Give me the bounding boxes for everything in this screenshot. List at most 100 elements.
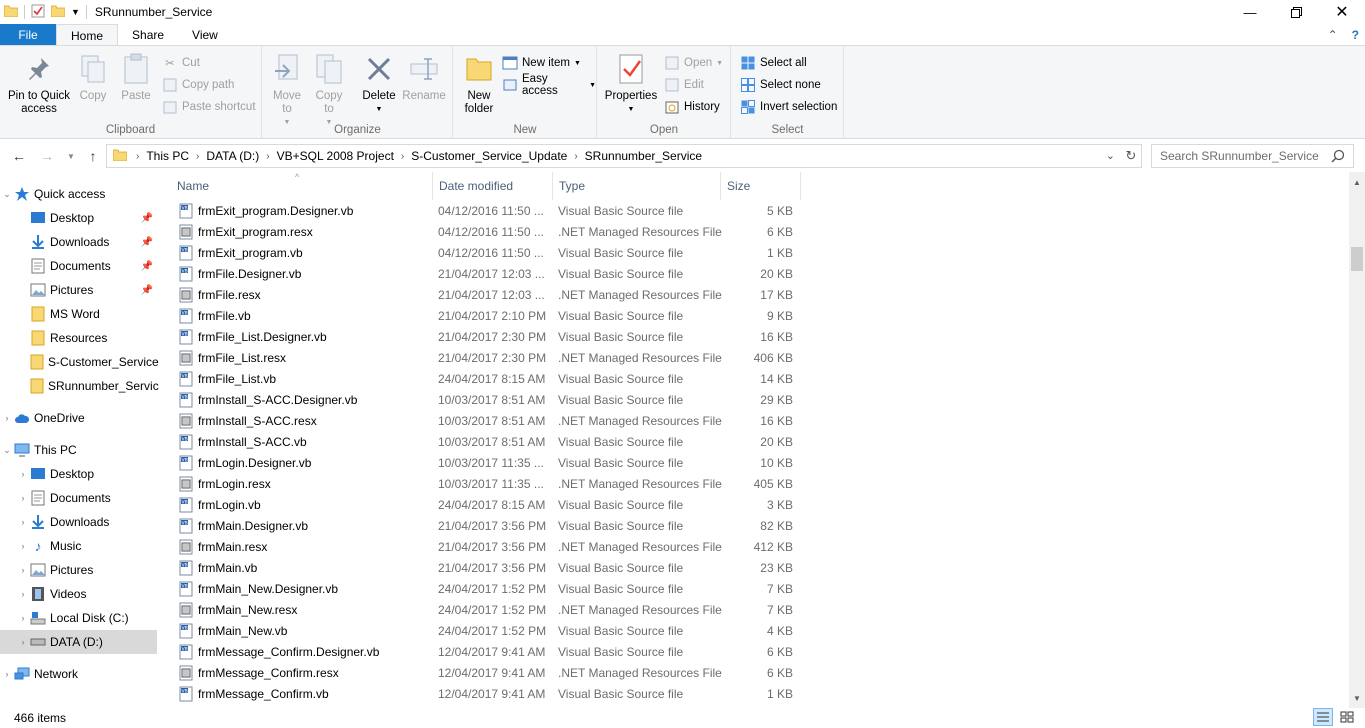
table-row[interactable]: VB frmFile_List.vb 24/04/2017 8:15 AM Visua… xyxy=(175,369,800,390)
expanded-chevron-icon[interactable]: ⌄ xyxy=(0,189,14,200)
table-row[interactable]: VB frmLogin.vb 24/04/2017 8:15 AM Visual Ba… xyxy=(175,495,800,516)
nav-quick-ms-word[interactable]: MS Word xyxy=(0,302,157,326)
nav-pc-videos[interactable]: › Videos xyxy=(0,582,157,606)
breadcrumb-chevron-icon[interactable]: › xyxy=(263,151,272,162)
pin-icon[interactable]: 📌 xyxy=(141,237,153,248)
table-row[interactable]: VB frmFile.vb 21/04/2017 2:10 PM Visual Bas… xyxy=(175,306,800,327)
breadcrumb-chevron-icon[interactable]: › xyxy=(193,151,202,162)
breadcrumb-chevron-icon[interactable]: › xyxy=(571,151,580,162)
scroll-down-arrow-icon[interactable]: ▼ xyxy=(1349,690,1365,706)
table-row[interactable]: VB frmMessage_Confirm.Designer.vb 12/04/20… xyxy=(175,642,800,663)
large-icons-view-icon[interactable] xyxy=(1337,708,1357,726)
help-icon[interactable]: ? xyxy=(1352,28,1359,42)
forward-arrow-icon[interactable]: → xyxy=(36,145,58,167)
breadcrumb-current-folder[interactable]: SRunnumber_Service xyxy=(581,149,706,163)
collapsed-chevron-icon[interactable]: › xyxy=(16,517,30,527)
select-all-button[interactable]: Select all xyxy=(740,53,807,73)
copy-to-button[interactable]: Copy to ▼ xyxy=(311,52,347,129)
edit-button[interactable]: Edit xyxy=(664,75,704,95)
table-row[interactable]: frmLogin.resx 10/03/2017 11:35 ... .NET Ma… xyxy=(175,474,800,495)
copy-path-button[interactable]: Copy path xyxy=(162,75,234,95)
rename-button[interactable]: Rename xyxy=(401,52,447,103)
table-row[interactable]: frmInstall_S-ACC.resx 10/03/2017 8:51 AM.… xyxy=(175,411,800,432)
scroll-up-arrow-icon[interactable]: ▲ xyxy=(1349,174,1365,190)
collapsed-chevron-icon[interactable]: › xyxy=(16,613,30,623)
new-item-button[interactable]: New item ▼ xyxy=(502,53,581,73)
history-button[interactable]: History xyxy=(664,97,720,117)
nav-pc-local-disk-c[interactable]: › Local Disk (C:) xyxy=(0,606,157,630)
details-view-icon[interactable] xyxy=(1313,708,1333,726)
tab-share[interactable]: Share xyxy=(118,24,178,46)
nav-quick-srunnumber-service[interactable]: SRunnumber_Servic xyxy=(0,374,159,398)
back-arrow-icon[interactable]: ← xyxy=(8,145,30,167)
breadcrumb-data-d[interactable]: DATA (D:) xyxy=(202,149,263,163)
collapsed-chevron-icon[interactable]: › xyxy=(0,669,14,679)
nav-quick-resources[interactable]: Resources xyxy=(0,326,157,350)
minimize-button[interactable]: — xyxy=(1227,0,1273,24)
nav-quick-documents[interactable]: Documents 📌 xyxy=(0,254,157,278)
nav-network[interactable]: › Network xyxy=(0,662,157,686)
collapsed-chevron-icon[interactable]: › xyxy=(16,589,30,599)
select-none-button[interactable]: Select none xyxy=(740,75,821,95)
vertical-scrollbar[interactable]: ▲ ▼ xyxy=(1349,172,1365,708)
invert-selection-button[interactable]: Invert selection xyxy=(740,97,837,117)
maximize-button[interactable] xyxy=(1273,0,1319,24)
collapse-ribbon-chevron-icon[interactable]: ⌃ xyxy=(1328,28,1338,42)
collapsed-chevron-icon[interactable]: › xyxy=(16,565,30,575)
column-header-date[interactable]: Date modified xyxy=(433,172,553,200)
collapsed-chevron-icon[interactable]: › xyxy=(16,541,30,551)
breadcrumb-chevron-icon[interactable]: › xyxy=(133,151,142,162)
nav-pc-desktop[interactable]: › Desktop xyxy=(0,462,157,486)
table-row[interactable]: VB frmLogin.Designer.vb 10/03/2017 11:35 .… xyxy=(175,453,800,474)
table-row[interactable]: VB frmMain_New.vb 24/04/2017 1:52 PM Visual… xyxy=(175,621,800,642)
nav-this-pc[interactable]: ⌄ This PC xyxy=(0,438,157,462)
collapsed-chevron-icon[interactable]: › xyxy=(16,493,30,503)
nav-pc-pictures[interactable]: › Pictures xyxy=(0,558,157,582)
delete-button[interactable]: Delete ▼ xyxy=(359,52,399,116)
address-bar[interactable]: › This PC › DATA (D:) › VB+SQL 2008 Proj… xyxy=(106,144,1142,168)
nav-quick-pictures[interactable]: Pictures 📌 xyxy=(0,278,157,302)
breadcrumb-this-pc[interactable]: This PC xyxy=(142,149,193,163)
table-row[interactable]: frmFile_List.resx 21/04/2017 2:30 PM .NET … xyxy=(175,348,800,369)
table-row[interactable]: VB frmFile.Designer.vb 21/04/2017 12:03 ..… xyxy=(175,264,800,285)
table-row[interactable]: VB frmMain_New.Designer.vb 24/04/2017 1:52… xyxy=(175,579,800,600)
breadcrumb-customer-service[interactable]: S-Customer_Service_Update xyxy=(407,149,571,163)
column-header-type[interactable]: Type xyxy=(553,172,721,200)
tab-file[interactable]: File xyxy=(0,24,56,46)
pin-to-quick-access-button[interactable]: Pin to Quick access xyxy=(6,52,72,116)
refresh-icon[interactable]: ↻ xyxy=(1120,144,1142,168)
recent-locations-chevron-icon[interactable]: ▼ xyxy=(60,145,82,167)
up-arrow-icon[interactable]: ↑ xyxy=(82,145,104,167)
pin-icon[interactable]: 📌 xyxy=(141,285,153,296)
tab-view[interactable]: View xyxy=(178,24,232,46)
collapsed-chevron-icon[interactable]: › xyxy=(16,637,30,647)
table-row[interactable]: VB frmExit_program.vb 04/12/2016 11:50 ...… xyxy=(175,243,800,264)
nav-onedrive[interactable]: › OneDrive xyxy=(0,406,157,430)
expanded-chevron-icon[interactable]: ⌄ xyxy=(0,445,14,456)
pin-icon[interactable]: 📌 xyxy=(141,213,153,224)
scroll-thumb[interactable] xyxy=(1351,247,1363,271)
breadcrumb-chevron-icon[interactable]: › xyxy=(398,151,407,162)
open-button[interactable]: Open ▼ xyxy=(664,53,723,73)
nav-pc-music[interactable]: › ♪ Music xyxy=(0,534,157,558)
properties-check-icon[interactable] xyxy=(31,4,45,21)
nav-pc-documents[interactable]: › Documents xyxy=(0,486,157,510)
table-row[interactable]: VB frmMain.Designer.vb 21/04/2017 3:56 PM V… xyxy=(175,516,800,537)
column-header-size[interactable]: Size xyxy=(721,172,801,200)
search-icon[interactable] xyxy=(1331,149,1345,166)
customize-qat-chevron-icon[interactable]: ▼ xyxy=(71,7,80,17)
table-row[interactable]: frmExit_program.resx 04/12/2016 11:50 ...… xyxy=(175,222,800,243)
table-row[interactable]: frmMain_New.resx 24/04/2017 1:52 PM .NET M… xyxy=(175,600,800,621)
new-folder-qat-icon[interactable] xyxy=(50,5,66,20)
nav-pc-downloads[interactable]: › Downloads xyxy=(0,510,157,534)
nav-pc-data-d[interactable]: › DATA (D:) xyxy=(0,630,157,654)
table-row[interactable]: frmFile.resx 21/04/2017 12:03 ... .NET Man… xyxy=(175,285,800,306)
close-button[interactable]: ✕ xyxy=(1319,0,1365,24)
pin-icon[interactable]: 📌 xyxy=(141,261,153,272)
address-dropdown-chevron-icon[interactable]: ⌄ xyxy=(1106,149,1115,162)
collapsed-chevron-icon[interactable]: › xyxy=(0,413,14,423)
table-row[interactable]: VB frmInstall_S-ACC.vb 10/03/2017 8:51 AM V… xyxy=(175,432,800,453)
copy-button[interactable]: Copy xyxy=(76,52,110,103)
properties-button[interactable]: Properties ▼ xyxy=(602,52,660,116)
table-row[interactable]: frmMessage_Confirm.resx 12/04/2017 9:41 A… xyxy=(175,663,800,684)
